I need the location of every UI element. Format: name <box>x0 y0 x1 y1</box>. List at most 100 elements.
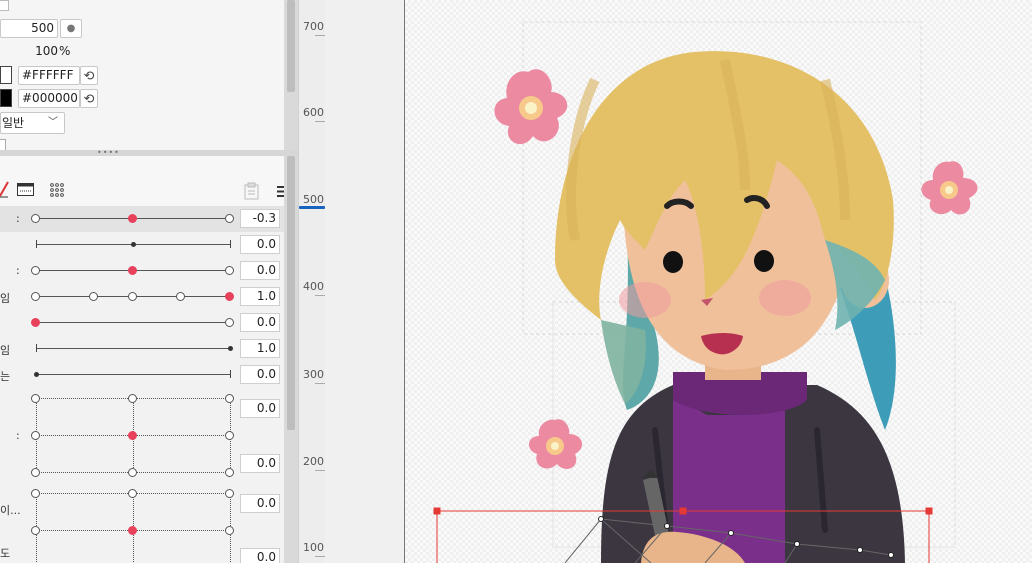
param-row[interactable]: 임 1.0 <box>0 336 284 362</box>
slider-tick <box>230 370 231 378</box>
size-options-button[interactable]: ● <box>60 19 82 38</box>
pen-icon[interactable] <box>0 180 10 198</box>
param-value[interactable]: 0.0 <box>240 548 280 563</box>
reset-icon[interactable]: ⟲ <box>80 89 98 108</box>
scrollbar-thumb[interactable] <box>287 0 295 92</box>
grid-key[interactable] <box>128 489 137 498</box>
slider-handle[interactable] <box>128 214 137 223</box>
param-value[interactable]: 0.0 <box>240 235 280 254</box>
param-row[interactable]: 0.0 <box>0 232 284 258</box>
grid-key[interactable] <box>31 468 40 477</box>
param-row[interactable]: : -0.3 <box>0 206 284 232</box>
slider-track[interactable] <box>36 322 230 323</box>
param-value[interactable]: 0.0 <box>240 494 280 513</box>
property-pane: 500 ● 100 % #FFFFFF ⟲ #000000 ⟲ 일반 ﹀ <box>0 0 284 152</box>
scrollbar[interactable] <box>284 0 298 150</box>
slider-key[interactable] <box>31 214 40 223</box>
slider-key[interactable] <box>225 214 234 223</box>
reset-icon[interactable]: ⟲ <box>80 66 98 85</box>
flower-icon <box>921 161 978 215</box>
color1-field[interactable]: #FFFFFF <box>18 66 80 85</box>
param-grid[interactable]: 이... 도 0.0 0.0 <box>0 488 284 563</box>
param-value[interactable]: 1.0 <box>240 287 280 306</box>
slider-handle[interactable] <box>31 318 40 327</box>
param-label: 임 <box>0 292 11 305</box>
slider-key[interactable] <box>176 292 185 301</box>
grid-key[interactable] <box>128 394 137 403</box>
flower-icon <box>494 69 568 145</box>
color2-field[interactable]: #000000 <box>18 89 80 108</box>
grid-key[interactable] <box>31 526 40 535</box>
slider-key[interactable] <box>31 266 40 275</box>
slider-key[interactable] <box>89 292 98 301</box>
ruler-label: 500 <box>303 193 324 206</box>
param-label: : <box>16 212 20 225</box>
param-value[interactable]: 0.0 <box>240 261 280 280</box>
slider-key[interactable] <box>225 266 234 275</box>
ruler-tick <box>315 121 325 122</box>
slider-key[interactable] <box>128 292 137 301</box>
grid-dots-icon[interactable] <box>50 183 64 197</box>
param-grid[interactable]: : 0.0 0.0 <box>0 392 284 478</box>
param-value[interactable]: 1.0 <box>240 339 280 358</box>
blend-mode-value: 일반 <box>2 116 25 130</box>
size-field[interactable]: 500 <box>0 19 58 38</box>
grip-icon: •••• <box>97 148 120 157</box>
illustration <box>433 21 978 566</box>
slider-track[interactable] <box>36 374 230 375</box>
param-label: 는 <box>0 370 11 383</box>
clipboard-icon[interactable] <box>244 182 260 200</box>
param-value[interactable]: 0.0 <box>240 313 280 332</box>
ruler-tick <box>315 35 325 36</box>
blend-mode-select[interactable]: 일반 ﹀ <box>0 112 65 134</box>
grid-key[interactable] <box>128 468 137 477</box>
grid-key[interactable] <box>225 489 234 498</box>
param-value[interactable]: -0.3 <box>240 209 280 228</box>
slider-tick <box>36 240 37 248</box>
slider-track[interactable] <box>36 348 230 349</box>
slider-handle[interactable] <box>131 242 136 247</box>
keyframe-icon[interactable] <box>17 183 35 197</box>
ruler-label: 700 <box>303 20 324 33</box>
grid-handle[interactable] <box>128 526 137 535</box>
param-label: : <box>16 264 20 277</box>
left-panel: 500 ● 100 % #FFFFFF ⟲ #000000 ⟲ 일반 ﹀ •••… <box>0 0 298 563</box>
scrollbar-thumb[interactable] <box>287 156 295 430</box>
grid-key[interactable] <box>31 489 40 498</box>
ruler-tick <box>315 470 325 471</box>
slider-handle[interactable] <box>225 292 234 301</box>
slider-key[interactable] <box>225 318 234 327</box>
canvas-margin <box>325 0 404 563</box>
color2-text: #000000 <box>22 91 78 105</box>
grid-key[interactable] <box>225 431 234 440</box>
scrollbar[interactable] <box>284 156 298 563</box>
param-value[interactable]: 0.0 <box>240 399 280 418</box>
field-stub[interactable] <box>0 0 9 11</box>
ruler-label: 100 <box>303 541 324 554</box>
canvas[interactable] <box>404 0 1032 566</box>
color1-swatch[interactable] <box>0 66 12 84</box>
size-value: 500 <box>31 21 54 35</box>
param-value[interactable]: 0.0 <box>240 454 280 473</box>
param-row[interactable]: 0.0 <box>0 310 284 336</box>
slider-handle[interactable] <box>34 372 39 377</box>
ruler-label: 200 <box>303 455 324 468</box>
grid-key[interactable] <box>225 526 234 535</box>
param-row[interactable]: 임 1.0 <box>0 284 284 310</box>
slider-handle[interactable] <box>128 266 137 275</box>
color2-swatch[interactable] <box>0 89 12 107</box>
param-row[interactable]: : 0.0 <box>0 258 284 284</box>
grid-key[interactable] <box>31 394 40 403</box>
slider-tick <box>36 344 37 352</box>
grid-key[interactable] <box>225 394 234 403</box>
grid-handle[interactable] <box>128 431 137 440</box>
vertical-ruler[interactable]: 700 600 500 400 300 200 100 <box>298 0 326 563</box>
opacity-value[interactable]: 100 <box>0 44 58 58</box>
grid-key[interactable] <box>225 468 234 477</box>
grid-key[interactable] <box>31 431 40 440</box>
color1-text: #FFFFFF <box>22 68 74 82</box>
slider-key[interactable] <box>31 292 40 301</box>
slider-handle[interactable] <box>228 346 233 351</box>
param-value[interactable]: 0.0 <box>240 365 280 384</box>
param-row[interactable]: 는 0.0 <box>0 362 284 388</box>
